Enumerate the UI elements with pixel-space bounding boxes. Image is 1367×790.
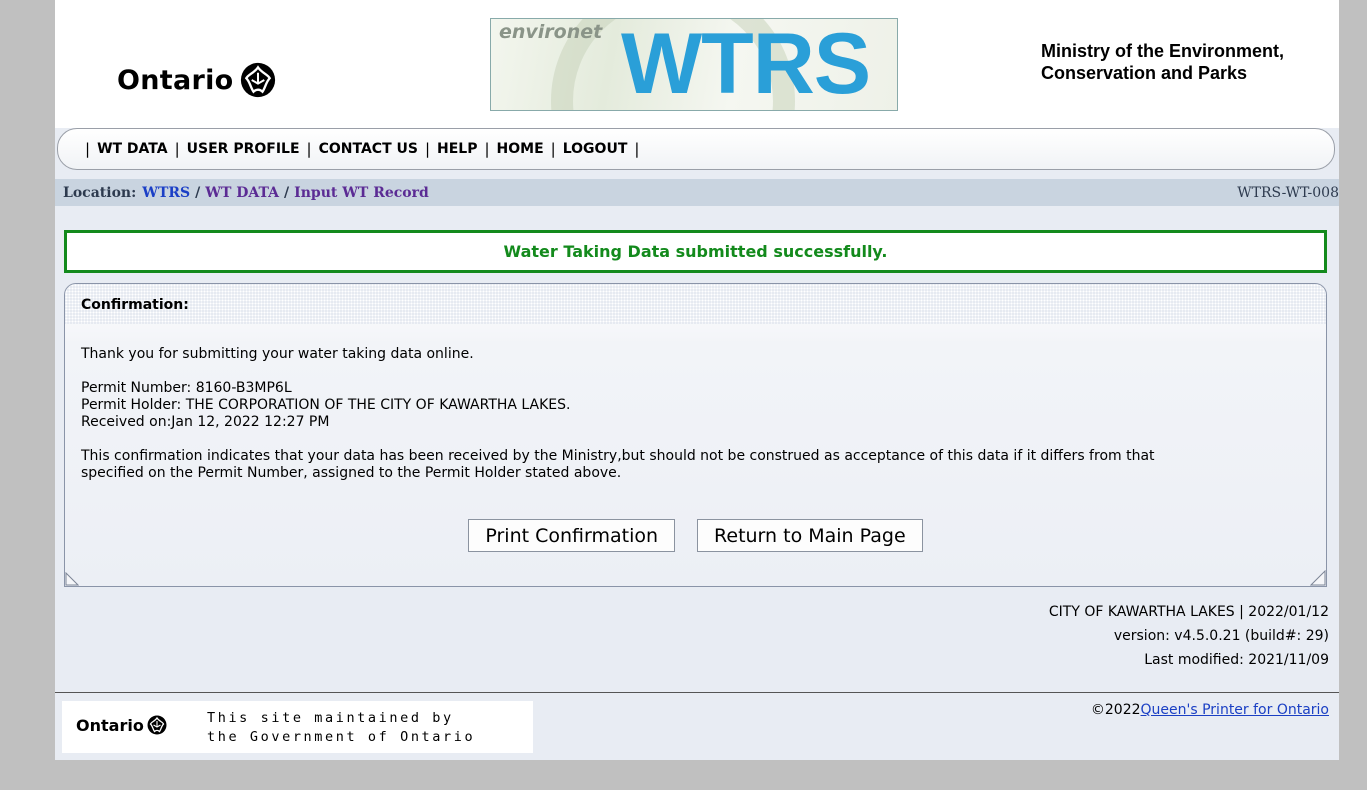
- nav-separator: |: [484, 140, 490, 158]
- nav-separator: |: [424, 140, 431, 158]
- confirmation-body: Thank you for submitting your water taki…: [65, 324, 1326, 482]
- version-info: version: v4.5.0.21 (build#: 29): [1113, 628, 1329, 644]
- main-nav: | WT DATA | USER PROFILE | CONTACT US | …: [57, 128, 1335, 170]
- nav-separator: |: [174, 140, 180, 158]
- footer-ontario-wordmark: Ontario: [76, 715, 144, 735]
- disclaimer-line-1: This confirmation indicates that your da…: [81, 448, 1155, 464]
- site-info: CITY OF KAWARTHA LAKES | 2022/01/12 vers…: [1049, 600, 1329, 672]
- success-text: Water Taking Data submitted successfully…: [503, 242, 888, 261]
- maintained-line-1: This site maintained by: [207, 710, 454, 726]
- permit-number: Permit Number: 8160-B3MP6L: [81, 380, 292, 396]
- success-message: Water Taking Data submitted successfully…: [64, 230, 1327, 273]
- page: Ontario environet WTRS Ministry of the E…: [55, 0, 1339, 760]
- resize-grip-icon[interactable]: [1310, 570, 1326, 586]
- maintained-by-text: This site maintained by the Government o…: [207, 709, 475, 747]
- ministry-line-1: Ministry of the Environment,: [1041, 41, 1285, 61]
- page-id: WTRS-WT-008: [1237, 185, 1339, 201]
- banner-wtrs-text: WTRS: [621, 18, 871, 111]
- breadcrumb-link-wt-data[interactable]: WT DATA: [205, 185, 279, 201]
- confirmation-title: Confirmation:: [65, 284, 1326, 324]
- thank-you-text: Thank you for submitting your water taki…: [81, 346, 474, 362]
- footer-ontario-logo: Ontario: [76, 715, 167, 735]
- disclaimer-line-2: specified on the Permit Number, assigned…: [81, 465, 622, 481]
- ministry-name: Ministry of the Environment, Conservatio…: [1041, 40, 1284, 84]
- confirmation-panel: Confirmation: Thank you for submitting y…: [64, 283, 1327, 587]
- nav-separator: |: [306, 140, 312, 158]
- nav-item-logout[interactable]: LOGOUT: [563, 141, 628, 157]
- breadcrumb: Location: WTRS / WT DATA / Input WT Reco…: [55, 179, 1339, 206]
- panel-corner-left-icon: [65, 572, 79, 586]
- permit-holder: Permit Holder: THE CORPORATION OF THE CI…: [81, 397, 571, 413]
- maintained-by-banner: Ontario This site maintained by the Gove…: [62, 701, 533, 753]
- copyright-prefix: ©2022: [1090, 702, 1141, 718]
- copyright: ©2022Queen's Printer for Ontario: [1091, 702, 1329, 718]
- breadcrumb-separator: /: [195, 184, 201, 201]
- breadcrumb-label: Location:: [63, 184, 137, 201]
- org-date: CITY OF KAWARTHA LAKES | 2022/01/12: [1048, 604, 1329, 620]
- nav-item-help[interactable]: HELP: [437, 141, 477, 157]
- breadcrumb-current[interactable]: Input WT Record: [294, 185, 429, 201]
- print-confirmation-button[interactable]: Print Confirmation: [468, 519, 676, 552]
- header: Ontario environet WTRS Ministry of the E…: [55, 0, 1339, 128]
- breadcrumb-separator: /: [284, 184, 290, 201]
- button-row: Print Confirmation Return to Main Page: [65, 519, 1326, 552]
- nav-item-contact-us[interactable]: CONTACT US: [319, 141, 418, 157]
- ontario-trillium-icon: [147, 715, 167, 735]
- banner-environet-text: environet: [499, 21, 603, 43]
- ontario-logo[interactable]: Ontario: [117, 62, 276, 98]
- wtrs-banner: environet WTRS: [490, 18, 898, 111]
- breadcrumb-link-wtrs[interactable]: WTRS: [142, 185, 190, 201]
- return-to-main-page-button[interactable]: Return to Main Page: [697, 519, 923, 552]
- ontario-trillium-icon: [240, 62, 275, 98]
- ontario-wordmark: Ontario: [117, 64, 234, 96]
- nav-separator: |: [634, 140, 640, 158]
- nav-item-home[interactable]: HOME: [497, 141, 544, 157]
- ministry-line-2: Conservation and Parks: [1041, 63, 1248, 83]
- nav-item-wt-data[interactable]: WT DATA: [97, 141, 168, 157]
- maintained-line-2: the Government of Ontario: [207, 729, 476, 745]
- received-on: Received on:Jan 12, 2022 12:27 PM: [81, 414, 330, 430]
- last-modified: Last modified: 2021/11/09: [1144, 652, 1329, 668]
- queens-printer-link[interactable]: Queen's Printer for Ontario: [1141, 702, 1329, 718]
- nav-item-user-profile[interactable]: USER PROFILE: [187, 141, 300, 157]
- nav-separator: |: [550, 140, 556, 158]
- footer-divider: [55, 692, 1339, 693]
- nav-separator: |: [85, 140, 91, 158]
